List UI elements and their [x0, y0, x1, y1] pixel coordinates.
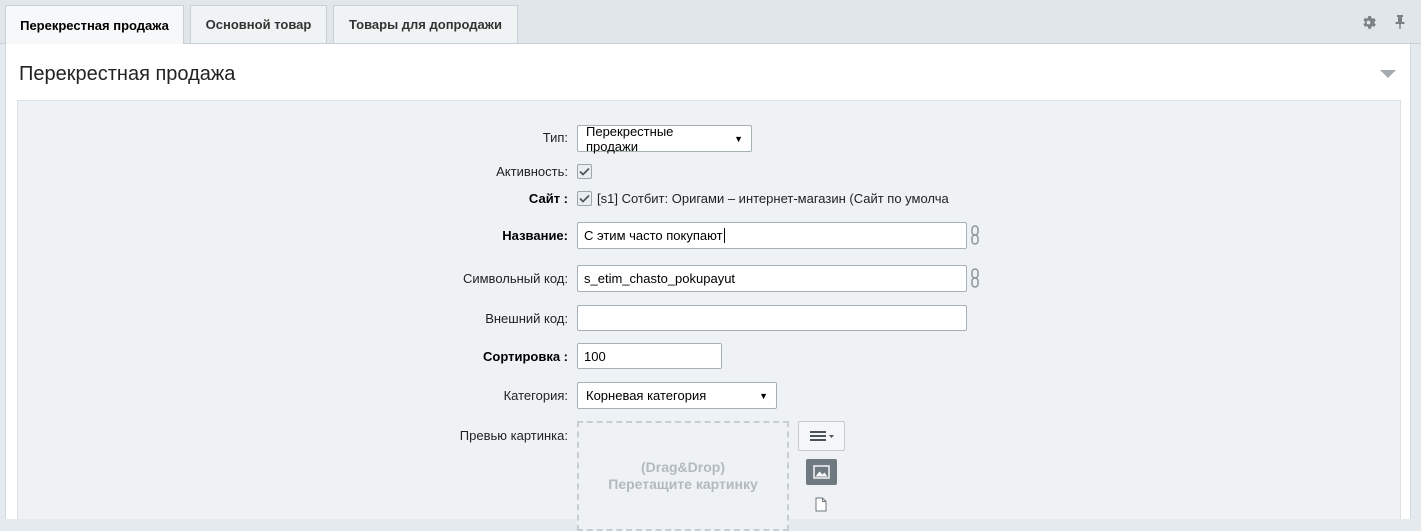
menu-button[interactable] [798, 421, 845, 451]
sort-input-value: 100 [584, 348, 606, 364]
dropzone-hint-2: Перетащите картинку [608, 476, 758, 492]
pin-icon[interactable] [1390, 12, 1410, 32]
type-select[interactable]: Перекрестные продажи ▼ [577, 123, 752, 154]
site-label: Сайт : [528, 191, 568, 206]
name-input[interactable]: С этим часто покупают [577, 222, 967, 249]
category-select[interactable]: Корневая категория ▼ [577, 382, 777, 409]
site-value: [s1] Сотбит: Оригами – интернет-магазин … [597, 191, 949, 206]
site-checkbox[interactable] [577, 191, 592, 206]
tab-cross-sale[interactable]: Перекрестная продажа [5, 5, 184, 44]
preview-label: Превью картинка: [459, 428, 568, 443]
checkmark-icon [579, 194, 590, 203]
sort-input[interactable]: 100 [577, 343, 722, 369]
tab-upsell-products[interactable]: Товары для допродажи [333, 5, 518, 43]
type-label: Тип: [542, 130, 568, 145]
link-chain-icon[interactable] [970, 268, 980, 288]
link-chain-icon[interactable] [970, 225, 980, 245]
external-code-label: Внешний код: [485, 311, 568, 326]
chevron-down-icon: ▼ [759, 390, 768, 401]
name-input-value: С этим часто покупают [584, 228, 723, 243]
external-code-input[interactable] [577, 305, 967, 331]
text-cursor [723, 228, 725, 243]
image-upload-button[interactable] [806, 459, 837, 485]
sort-label: Сортировка : [482, 349, 568, 364]
menu-icon [809, 431, 834, 441]
section-title: Перекрестная продажа [19, 63, 236, 85]
name-label: Название: [502, 228, 568, 243]
category-label: Категория: [503, 388, 568, 403]
category-select-value: Корневая категория [586, 388, 707, 403]
gear-icon[interactable] [1358, 12, 1378, 32]
image-dropzone[interactable]: (Drag&Drop) Перетащите картинку [577, 421, 789, 531]
collapse-arrow-icon[interactable] [1380, 70, 1396, 78]
code-label: Символьный код: [462, 271, 568, 286]
dropzone-hint-1: (Drag&Drop) [641, 459, 725, 475]
active-checkbox[interactable] [577, 164, 592, 179]
tab-bar: Перекрестная продажа Основной товар Това… [0, 0, 1421, 44]
tab-main-product[interactable]: Основной товар [190, 5, 327, 43]
code-input-value: s_etim_chasto_pokupayut [584, 271, 736, 286]
checkmark-icon [579, 167, 590, 176]
active-label: Активность: [496, 164, 568, 179]
code-input[interactable]: s_etim_chasto_pokupayut [577, 265, 967, 292]
chevron-down-icon: ▼ [734, 133, 743, 144]
image-icon [813, 465, 830, 479]
type-select-value: Перекрестные продажи [586, 123, 674, 154]
file-icon [815, 497, 827, 511]
file-button[interactable] [813, 495, 829, 513]
